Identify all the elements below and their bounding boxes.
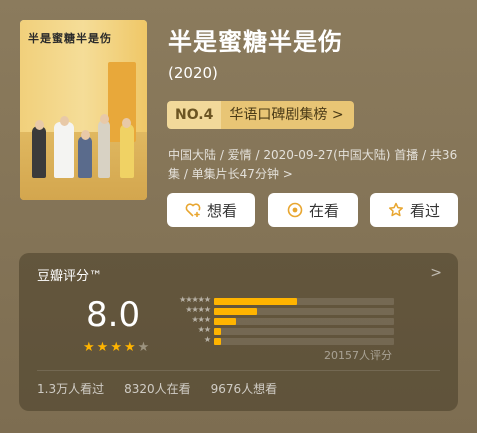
rating-stars: ★ ★ ★ ★ ★ <box>83 341 149 354</box>
want-count: 9676人想看 <box>210 382 278 396</box>
star-icon: ★ <box>110 340 122 355</box>
poster-person <box>32 126 46 178</box>
distribution-bar <box>214 328 222 335</box>
poster-person <box>98 120 110 178</box>
watching-button[interactable]: 在看 <box>268 193 358 227</box>
movie-detail-page: 半是蜜糖半是伤 半是蜜糖半是伤 (2020) NO.4 华语口碑剧集榜 > 中国… <box>0 0 477 433</box>
poster-image[interactable]: 半是蜜糖半是伤 <box>20 20 147 200</box>
douban-rating-label: 豆瓣评分™ <box>37 269 103 284</box>
distribution-track <box>214 328 394 335</box>
watched-button[interactable]: 看过 <box>370 193 458 227</box>
distribution-bar <box>214 318 236 325</box>
page-title: 半是蜜糖半是伤 <box>168 28 343 56</box>
distribution-bar <box>214 338 222 345</box>
chevron-right-icon[interactable]: > <box>430 265 442 281</box>
rank-badge[interactable]: NO.4 华语口碑剧集榜 > <box>167 101 354 129</box>
distribution-track <box>214 298 394 305</box>
rank-list-name: 华语口碑剧集榜 > <box>221 101 354 129</box>
want-label: 想看 <box>206 201 237 220</box>
star-icon: ★ <box>137 340 150 355</box>
distribution-star-label: ★★★★ <box>185 305 211 314</box>
poster-person-head <box>35 120 44 130</box>
poster-person-head <box>81 130 90 140</box>
watching-count: 8320人在看 <box>124 382 191 396</box>
star-icon: ★ <box>123 340 136 355</box>
poster-person-head <box>122 118 131 128</box>
watched-count: 1.3万人看过 <box>37 382 105 396</box>
poster-title: 半是蜜糖半是伤 <box>28 32 112 45</box>
rating-score: 8.0 <box>86 295 141 335</box>
poster-person <box>120 124 134 178</box>
poster-person <box>54 122 74 178</box>
release-year: (2020) <box>168 64 218 82</box>
distribution-bar <box>214 308 258 315</box>
poster-person-head <box>100 114 109 124</box>
rating-card[interactable]: 豆瓣评分™ > 8.0 ★ ★ ★ ★ ★ ★★★★★ ★★★★ ★★★ ★★ ★ 20157人… <box>19 253 458 411</box>
poster-person-head <box>60 116 69 126</box>
distribution-star-label: ★★ <box>197 325 211 334</box>
distribution-star-label: ★★★ <box>191 315 211 324</box>
distribution-row: ★ <box>164 335 404 346</box>
star-outline-icon <box>388 202 404 218</box>
movie-meta[interactable]: 中国大陆 / 爱情 / 2020-09-27(中国大陆) 首播 / 共36集 /… <box>168 146 458 184</box>
rank-number: NO.4 <box>167 101 222 129</box>
distribution-track <box>214 318 394 325</box>
divider <box>37 370 440 371</box>
rating-count: 20157人评分 <box>324 349 392 362</box>
distribution-star-label: ★★★★★ <box>179 295 211 304</box>
want-button[interactable]: 想看 <box>167 193 255 227</box>
distribution-track <box>214 308 394 315</box>
watched-label: 看过 <box>409 201 440 220</box>
watching-label: 在看 <box>308 201 339 220</box>
distribution-bar <box>214 298 297 305</box>
viewer-stats: 1.3万人看过 8320人在看 9676人想看 <box>37 380 277 397</box>
heart-plus-icon <box>185 203 201 217</box>
distribution-star-label: ★ <box>203 335 211 344</box>
poster-person <box>78 136 92 178</box>
star-icon: ★ <box>96 340 109 355</box>
eye-circle-icon <box>287 202 303 218</box>
distribution-track <box>214 338 394 345</box>
star-icon: ★ <box>83 340 95 355</box>
